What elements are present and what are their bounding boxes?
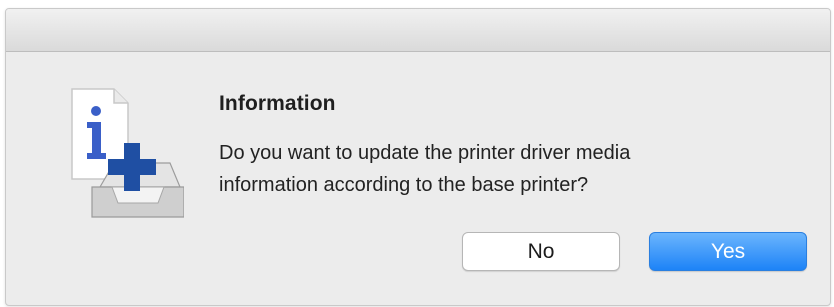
dialog-message: Do you want to update the printer driver…: [219, 137, 779, 201]
dialog-titlebar[interactable]: [6, 9, 830, 52]
dialog-message-line-1: Do you want to update the printer driver…: [219, 142, 631, 164]
info-document-tray-plus-icon: [71, 88, 184, 218]
yes-button[interactable]: Yes: [649, 232, 807, 271]
dialog-message-line-2: information according to the base printe…: [219, 174, 589, 196]
dialog-title: Information: [219, 92, 336, 115]
no-button[interactable]: No: [462, 232, 620, 271]
information-dialog: Information Do you want to update the pr…: [5, 8, 831, 306]
